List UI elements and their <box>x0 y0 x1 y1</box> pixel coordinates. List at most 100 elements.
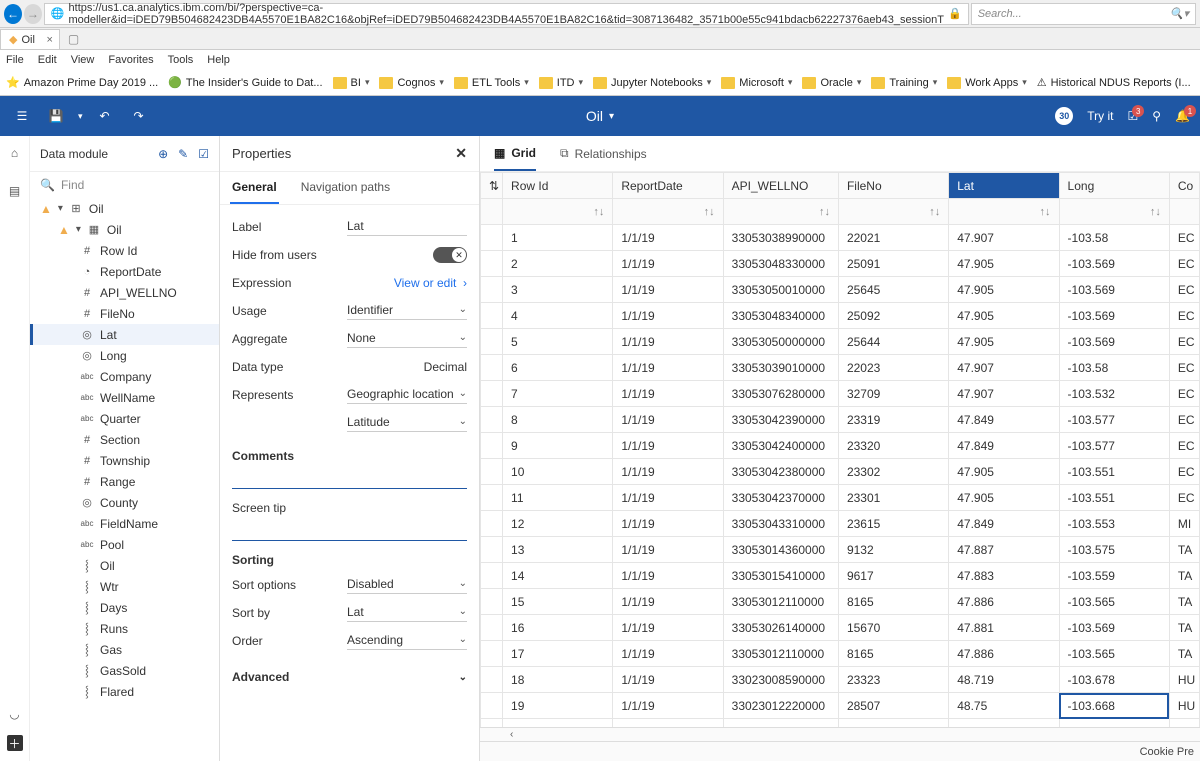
tab-grid[interactable]: ▦Grid <box>494 137 536 171</box>
table-cell[interactable]: MI <box>1169 511 1199 537</box>
table-cell[interactable]: 33053050000000 <box>723 329 838 355</box>
table-cell[interactable]: -103.569 <box>1059 277 1169 303</box>
column-sort-icon[interactable]: ↑↓ <box>613 199 723 225</box>
bookmark-item[interactable]: 🟢The Insider's Guide to Dat... <box>168 76 322 89</box>
menu-edit[interactable]: Edit <box>38 54 57 66</box>
table-cell[interactable]: HU <box>1169 719 1199 728</box>
table-cell[interactable]: 28507 <box>838 693 948 719</box>
table-cell[interactable]: 8165 <box>838 589 948 615</box>
table-cell[interactable]: 1/1/19 <box>613 615 723 641</box>
tree-item[interactable]: ⸾Gas <box>30 639 219 660</box>
table-cell[interactable]: 33053039010000 <box>723 355 838 381</box>
table-cell[interactable]: -103.678 <box>1059 667 1169 693</box>
home-icon[interactable]: ⌂ <box>6 144 24 162</box>
bookmark-item[interactable]: ETL Tools▾ <box>454 77 529 89</box>
tree-item[interactable]: abcWellName <box>30 387 219 408</box>
tree-item[interactable]: ◎Lat <box>30 324 219 345</box>
table-cell[interactable]: 1/1/19 <box>613 459 723 485</box>
table-cell[interactable]: 33053048330000 <box>723 251 838 277</box>
table-cell[interactable]: EC <box>1169 355 1199 381</box>
table-cell[interactable]: -103.569 <box>1059 251 1169 277</box>
url-bar[interactable]: 🌐 https://us1.ca.analytics.ibm.com/bi/?p… <box>44 3 969 25</box>
bookmark-item[interactable]: Cognos▾ <box>379 77 443 89</box>
search-input[interactable]: Find <box>61 178 84 192</box>
bookmark-item[interactable]: BI▾ <box>333 77 370 89</box>
table-cell[interactable]: 1/1/19 <box>613 693 723 719</box>
table-cell[interactable]: 47.881 <box>949 615 1059 641</box>
column-header[interactable]: Lat <box>949 173 1059 199</box>
sortoptions-select[interactable]: Disabled⌄ <box>347 577 467 594</box>
bookmark-item[interactable]: ⚠Historical NDUS Reports (I... <box>1037 76 1191 89</box>
tree-item[interactable]: ▲▾⊞Oil <box>30 198 219 219</box>
tree-item[interactable]: ⸾Days <box>30 597 219 618</box>
table-cell[interactable]: 33053014360000 <box>723 537 838 563</box>
table-cell[interactable]: 48.751 <box>949 719 1059 728</box>
table-cell[interactable]: -103.577 <box>1059 407 1169 433</box>
table-cell[interactable]: -103.553 <box>1059 511 1169 537</box>
table-cell[interactable]: 47.907 <box>949 381 1059 407</box>
table-cell[interactable]: 32709 <box>838 381 948 407</box>
advanced-label[interactable]: Advanced <box>232 670 289 684</box>
table-cell[interactable]: EC <box>1169 251 1199 277</box>
table-cell[interactable]: -103.569 <box>1059 615 1169 641</box>
table-cell[interactable]: 47.883 <box>949 563 1059 589</box>
bookmark-item[interactable]: ⭐Amazon Prime Day 2019 ... <box>6 76 158 89</box>
table-cell[interactable]: 33023008590000 <box>723 667 838 693</box>
table-cell[interactable]: -103.569 <box>1059 329 1169 355</box>
table-cell[interactable]: HU <box>1169 667 1199 693</box>
table-cell[interactable]: 47.905 <box>949 303 1059 329</box>
table-cell[interactable]: 23615 <box>838 511 948 537</box>
screentip-input[interactable] <box>232 519 467 541</box>
table-cell[interactable]: 33053076280000 <box>723 381 838 407</box>
table-cell[interactable]: 25092 <box>838 303 948 329</box>
person-icon[interactable]: ◡ <box>6 705 24 723</box>
table-cell[interactable]: 23323 <box>838 667 948 693</box>
table-cell[interactable]: 1 <box>503 225 613 251</box>
table-cell[interactable]: 16 <box>503 615 613 641</box>
table-cell[interactable]: 33053015410000 <box>723 563 838 589</box>
table-cell[interactable]: 1/1/19 <box>613 563 723 589</box>
table-cell[interactable]: 25644 <box>838 329 948 355</box>
table-cell[interactable]: -103.654 <box>1059 719 1169 728</box>
table-cell[interactable]: 3 <box>503 277 613 303</box>
table-cell[interactable]: 33023012220000 <box>723 693 838 719</box>
hide-toggle[interactable] <box>433 247 467 263</box>
table-cell[interactable]: 28501 <box>838 719 948 728</box>
table-cell[interactable]: 33053042370000 <box>723 485 838 511</box>
table-cell[interactable]: -103.551 <box>1059 485 1169 511</box>
table-cell[interactable]: 1/1/19 <box>613 667 723 693</box>
table-cell[interactable]: -103.532 <box>1059 381 1169 407</box>
column-header[interactable]: Long <box>1059 173 1169 199</box>
column-header[interactable]: Row Id <box>503 173 613 199</box>
tree-item[interactable]: abcCompany <box>30 366 219 387</box>
table-cell[interactable]: 25645 <box>838 277 948 303</box>
tree-item[interactable]: abcPool <box>30 534 219 555</box>
try-it-button[interactable]: Try it <box>1087 109 1113 123</box>
table-cell[interactable]: 48.75 <box>949 693 1059 719</box>
forward-button[interactable]: → <box>24 4 42 24</box>
expression-link[interactable]: View or edit › <box>394 276 467 290</box>
bookmark-item[interactable]: Training▾ <box>871 77 937 89</box>
tree-item[interactable]: ◔ReportDate <box>30 261 219 282</box>
table-cell[interactable]: 33053042390000 <box>723 407 838 433</box>
table-cell[interactable]: 1/1/19 <box>613 511 723 537</box>
table-cell[interactable]: 33053026140000 <box>723 615 838 641</box>
menu-help[interactable]: Help <box>207 54 230 66</box>
table-cell[interactable]: 15670 <box>838 615 948 641</box>
checklist-icon[interactable]: ☑3 <box>1127 109 1138 123</box>
table-cell[interactable]: 33053038990000 <box>723 225 838 251</box>
table-cell[interactable]: -103.565 <box>1059 589 1169 615</box>
back-button[interactable]: ← <box>4 4 22 24</box>
table-cell[interactable]: TA <box>1169 537 1199 563</box>
save-caret-icon[interactable]: ▾ <box>78 111 83 122</box>
tab-general[interactable]: General <box>230 172 279 204</box>
table-cell[interactable]: 1/1/19 <box>613 225 723 251</box>
undo-icon[interactable]: ↶ <box>93 104 117 128</box>
column-sort-icon[interactable]: ↑↓ <box>949 199 1059 225</box>
title-caret-icon[interactable]: ▾ <box>609 111 614 122</box>
column-header[interactable]: FileNo <box>838 173 948 199</box>
usage-select[interactable]: Identifier⌄ <box>347 303 467 320</box>
menu-tools[interactable]: Tools <box>168 54 194 66</box>
table-cell[interactable]: 23302 <box>838 459 948 485</box>
table-cell[interactable]: -103.577 <box>1059 433 1169 459</box>
